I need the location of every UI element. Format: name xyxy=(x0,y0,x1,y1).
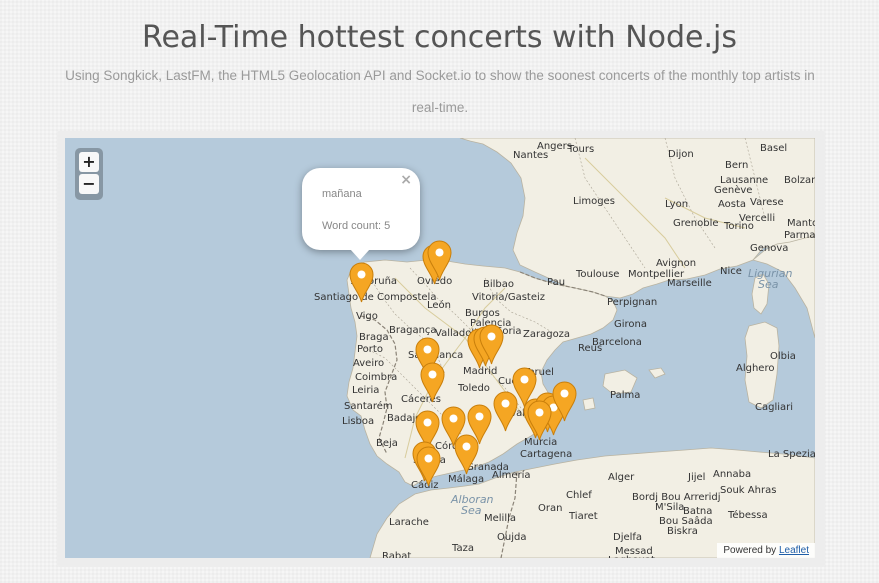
place-label: Bragança xyxy=(389,325,437,336)
place-label: Rabat xyxy=(382,551,411,558)
attribution-prefix: Powered by xyxy=(723,545,777,556)
place-label: Toulouse xyxy=(575,269,619,280)
place-label: Almería xyxy=(492,469,531,481)
place-label: León xyxy=(427,299,451,311)
marker-cadiz-2-icon[interactable] xyxy=(416,446,441,487)
place-label: Olbia xyxy=(770,351,796,362)
place-label: Lisboa xyxy=(342,416,374,427)
marker-madrid-3-icon[interactable] xyxy=(479,324,504,365)
place-label: Pau xyxy=(547,277,565,288)
zoom-control: + − xyxy=(75,148,103,200)
place-label: Bilbao xyxy=(483,279,514,290)
map-basemap: NantesAngersTours DijonBernBaselLausanneG… xyxy=(314,138,815,558)
page-subtitle: Using Songkick, LastFM, the HTML5 Geoloc… xyxy=(65,68,815,115)
place-label: Limoges xyxy=(573,196,615,207)
place-label: Taza xyxy=(451,543,474,554)
leaflet-link[interactable]: Leaflet xyxy=(779,545,809,556)
place-label: Melilla xyxy=(484,513,516,524)
place-label: Angers xyxy=(537,141,572,152)
place-label: M'Sila xyxy=(655,502,684,513)
place-label: Oujda xyxy=(497,532,526,543)
place-label: Varese xyxy=(750,197,784,208)
marker-valencia-2-icon[interactable] xyxy=(493,391,518,432)
place-label: Genova xyxy=(750,243,788,254)
place-label: Annaba xyxy=(713,469,751,480)
place-label: Avignon xyxy=(656,258,696,269)
place-label: Larache xyxy=(389,517,429,528)
land-ibiza xyxy=(582,397,596,411)
marker-alicante-4-icon[interactable] xyxy=(552,381,577,422)
place-label: Girona xyxy=(614,319,647,330)
place-label: Tours xyxy=(567,144,594,155)
popup-word-count: Word count: 5 xyxy=(322,220,391,232)
place-label: Tébessa xyxy=(727,509,768,521)
place-label: La Spezia xyxy=(768,449,815,460)
place-label: Vitoria/Gasteiz xyxy=(472,292,545,303)
place-label: Alghero xyxy=(736,363,774,374)
page-title: Real-Time hottest concerts with Node.js xyxy=(141,20,738,55)
marker-coruna-icon[interactable] xyxy=(349,262,374,303)
place-label: Cagliari xyxy=(755,402,793,413)
place-label: Perpignan xyxy=(607,297,657,308)
place-label: Souk Ahras xyxy=(720,485,776,496)
place-label: Grenoble xyxy=(673,218,719,229)
place-label: Santiago de Compostela xyxy=(314,292,436,303)
place-label: Biskra xyxy=(667,526,698,537)
place-label: Oran xyxy=(538,503,562,514)
place-label: Leiria xyxy=(352,385,379,396)
place-label: Braga xyxy=(359,332,389,343)
place-label: Cartagena xyxy=(520,449,572,460)
place-label: Zaragoza xyxy=(523,329,570,340)
place-label: Nice xyxy=(720,266,742,277)
zoom-in-button[interactable]: + xyxy=(79,152,99,172)
place-label: Genève xyxy=(714,184,752,196)
zoom-out-button[interactable]: − xyxy=(79,174,99,194)
place-label: Beja xyxy=(376,438,398,449)
place-label: Dijon xyxy=(668,149,694,160)
place-label: Chlef xyxy=(566,490,592,501)
place-label: Palma xyxy=(610,390,640,401)
place-label: Laghouat xyxy=(608,555,655,558)
place-label: Tiaret xyxy=(568,511,598,522)
map-canvas[interactable]: Nantes Angers Tours Dijon Bern Basel Lausanne G… xyxy=(65,138,815,558)
place-label: Marseille xyxy=(667,278,712,289)
place-label: Coimbra xyxy=(355,372,397,383)
place-label: Santarém xyxy=(344,400,393,412)
place-label: Reus xyxy=(578,343,602,354)
place-label: Vigo xyxy=(356,311,378,322)
marker-murcia-icon[interactable] xyxy=(527,400,552,441)
popup-close-button[interactable]: × xyxy=(400,172,412,188)
map-popup: × mañana Word count: 5 xyxy=(302,168,420,260)
place-label: Bern xyxy=(725,160,748,171)
place-label: Alger xyxy=(608,472,635,483)
place-label: Lyon xyxy=(665,199,688,210)
marker-malaga-icon[interactable] xyxy=(454,434,479,475)
place-label: Parma xyxy=(784,230,815,241)
place-label: Toledo xyxy=(457,383,490,394)
land-menorca xyxy=(648,367,666,379)
place-label: Torino xyxy=(723,221,754,232)
place-label: Jijel xyxy=(687,472,705,483)
place-label: Aveiro xyxy=(353,358,384,369)
marker-caceres-icon[interactable] xyxy=(420,362,445,403)
sea-label: Sea xyxy=(461,504,482,517)
map-attribution: Powered by Leaflet xyxy=(717,543,815,558)
popup-title: mañana xyxy=(322,188,362,200)
place-label: Bolzano xyxy=(784,175,815,186)
place-label: Aosta xyxy=(718,199,746,210)
place-label: Basel xyxy=(760,143,787,154)
marker-oviedo-2-icon[interactable] xyxy=(427,240,452,281)
place-label: Djelfa xyxy=(613,532,642,543)
sea-label: Sea xyxy=(758,278,779,291)
place-label: Porto xyxy=(357,344,383,355)
place-label: Mantova xyxy=(787,218,815,229)
